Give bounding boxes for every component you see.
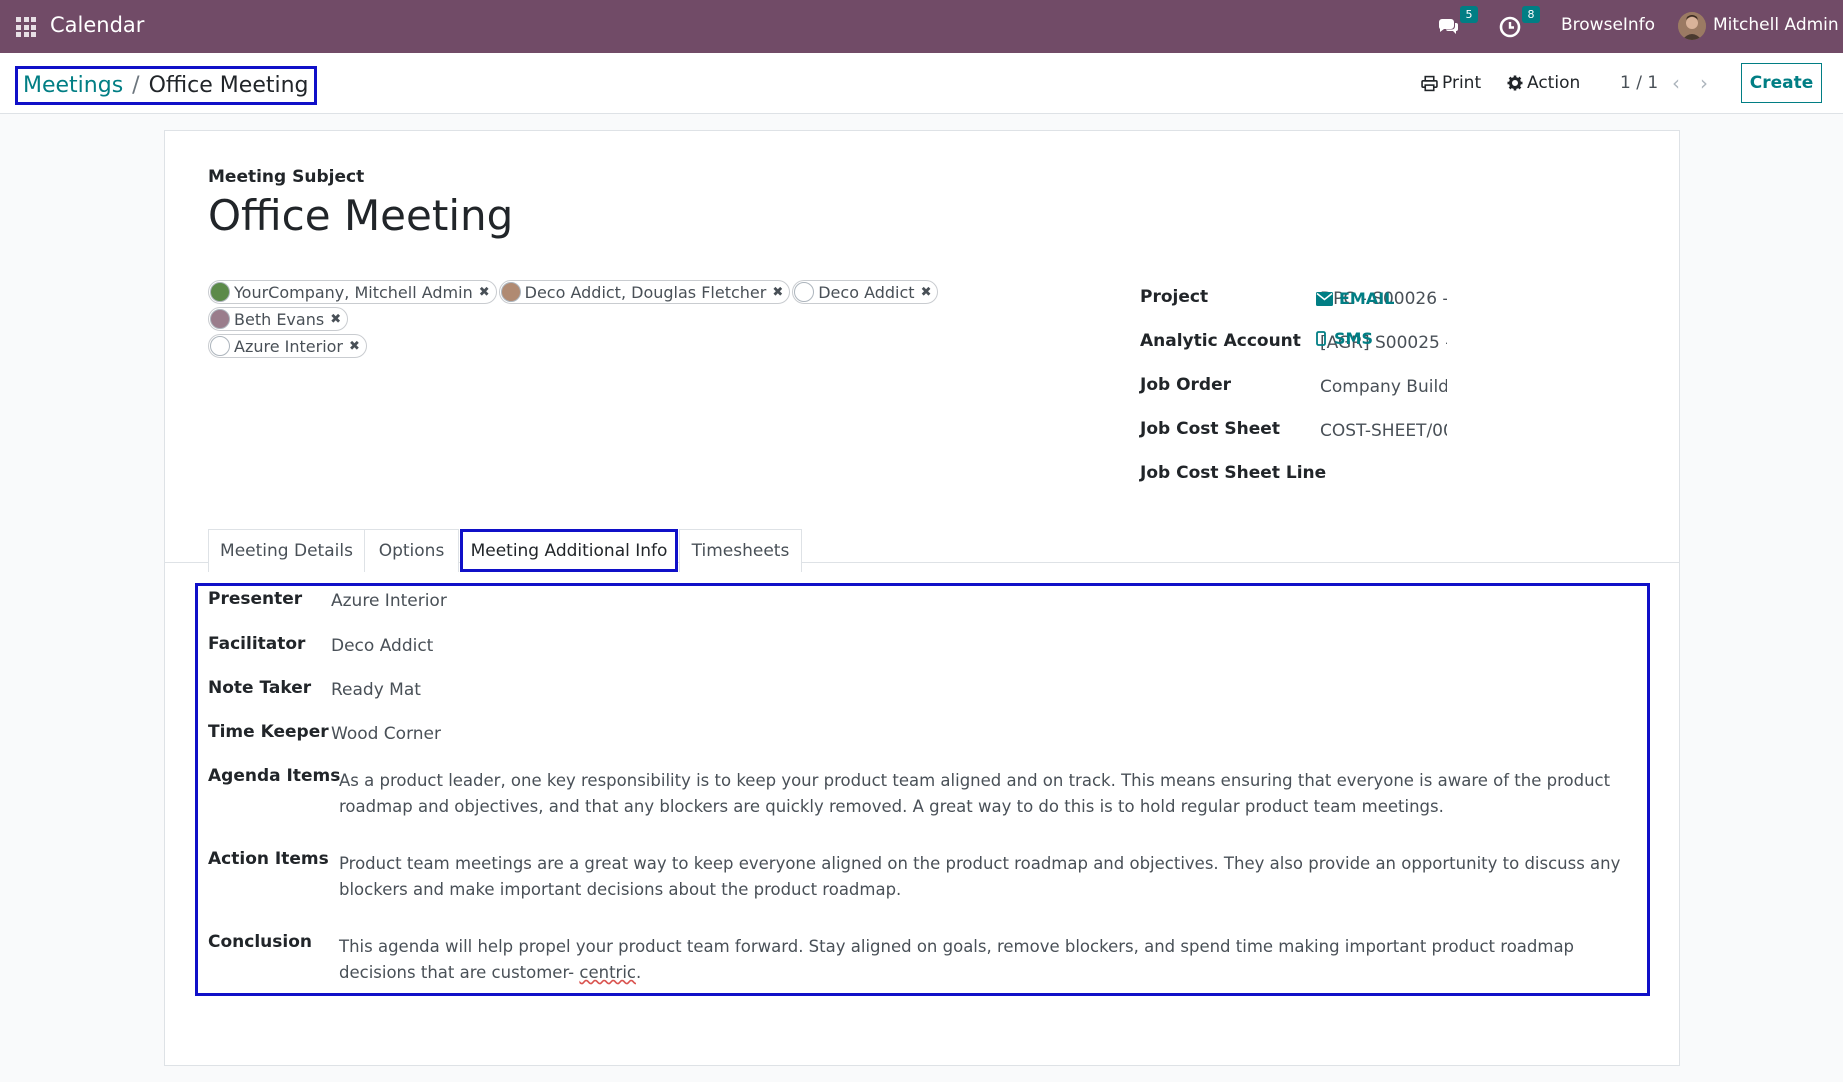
facilitator-label: Facilitator bbox=[208, 634, 306, 654]
action-items-text[interactable]: Product team meetings are a great way to… bbox=[339, 851, 1634, 903]
action-button[interactable]: Action bbox=[1507, 73, 1580, 93]
sms-label: SMS bbox=[1334, 329, 1373, 348]
mobile-phone-icon bbox=[1316, 331, 1326, 346]
print-button[interactable]: Print bbox=[1421, 73, 1481, 93]
print-label: Print bbox=[1442, 73, 1482, 93]
chat-icon bbox=[1439, 19, 1458, 34]
remove-attendee-icon[interactable]: ✖ bbox=[330, 312, 341, 327]
tab-timesheets[interactable]: Timesheets bbox=[679, 529, 802, 572]
meeting-subject-label: Meeting Subject bbox=[208, 167, 365, 187]
attendee-avatar bbox=[210, 336, 230, 356]
attendee-avatar bbox=[210, 309, 230, 329]
job-order-field: Job Order Company Building bbox=[1140, 375, 1640, 405]
user-avatar[interactable] bbox=[1678, 12, 1706, 40]
messages-button[interactable]: 5 bbox=[1436, 6, 1478, 40]
note-taker-label: Note Taker bbox=[208, 678, 312, 698]
action-label: Action bbox=[1527, 73, 1581, 93]
attendee-tag: Deco Addict ✖ bbox=[792, 280, 939, 304]
conclusion-text-main: This agenda will help propel your produc… bbox=[339, 937, 1575, 982]
attendee-tag: Deco Addict, Douglas Fletcher ✖ bbox=[498, 280, 791, 304]
app-name[interactable]: Calendar bbox=[50, 13, 144, 37]
tab-options[interactable]: Options bbox=[364, 529, 459, 572]
attendee-tag: YourCompany, Mitchell Admin ✖ bbox=[208, 280, 497, 304]
attendee-avatar bbox=[210, 282, 230, 302]
gear-icon bbox=[1507, 75, 1523, 91]
email-button[interactable]: EMAIL bbox=[1316, 289, 1394, 308]
job-cost-sheet-label: Job Cost Sheet bbox=[1140, 419, 1280, 439]
breadcrumb-meetings-link[interactable]: Meetings bbox=[23, 73, 123, 98]
agenda-items-label: Agenda Items bbox=[208, 766, 341, 786]
attendees-field[interactable]: YourCompany, Mitchell Admin ✖ Deco Addic… bbox=[208, 280, 1058, 361]
pager-next-icon[interactable]: › bbox=[1700, 71, 1708, 95]
time-keeper-label: Time Keeper bbox=[208, 722, 329, 742]
job-cost-sheet-value[interactable]: COST-SHEET/000 bbox=[1320, 421, 1447, 441]
activities-button[interactable]: 8 bbox=[1498, 6, 1540, 40]
tab-meeting-additional-info[interactable]: Meeting Additional Info bbox=[460, 529, 678, 572]
job-cost-sheet-line-label: Job Cost Sheet Line bbox=[1140, 463, 1327, 483]
attendee-tag: Azure Interior ✖ bbox=[208, 334, 367, 358]
presenter-value[interactable]: Azure Interior bbox=[331, 591, 447, 611]
facilitator-value[interactable]: Deco Addict bbox=[331, 636, 433, 656]
pager-previous-icon[interactable]: ‹ bbox=[1672, 71, 1680, 95]
remove-attendee-icon[interactable]: ✖ bbox=[349, 339, 360, 354]
meeting-additional-info-panel: Presenter Azure Interior Facilitator Dec… bbox=[195, 583, 1650, 996]
attendee-name: Azure Interior bbox=[234, 336, 344, 356]
note-taker-value[interactable]: Ready Mat bbox=[331, 680, 421, 700]
create-button[interactable]: Create bbox=[1741, 63, 1822, 103]
breadcrumb-current: Office Meeting bbox=[148, 73, 309, 98]
meeting-subject-input[interactable]: Office Meeting bbox=[208, 191, 513, 240]
breadcrumb: Meetings / Office Meeting bbox=[15, 66, 317, 105]
control-panel: Meetings / Office Meeting Print Action 1… bbox=[0, 53, 1843, 114]
top-navbar: Calendar 5 8 BrowseInfo Mitchell Admin bbox=[0, 0, 1843, 53]
analytic-account-label: Analytic Account bbox=[1140, 331, 1301, 351]
apps-menu-icon[interactable] bbox=[16, 17, 36, 37]
remove-attendee-icon[interactable]: ✖ bbox=[921, 285, 932, 300]
job-cost-sheet-line-field: Job Cost Sheet Line bbox=[1140, 463, 1640, 493]
conclusion-label: Conclusion bbox=[208, 932, 312, 952]
project-label: Project bbox=[1140, 287, 1209, 307]
breadcrumb-separator: / bbox=[132, 73, 140, 98]
presenter-label: Presenter bbox=[208, 589, 303, 609]
attendee-avatar bbox=[794, 282, 815, 302]
attendee-name: Beth Evans bbox=[234, 309, 325, 329]
tab-meeting-details[interactable]: Meeting Details bbox=[208, 529, 365, 572]
analytic-account-field: Analytic Account [AGR] S00025 - D bbox=[1140, 331, 1640, 361]
attendee-name: Deco Addict, Douglas Fletcher bbox=[524, 282, 767, 302]
notebook-tabs: Meeting Details Options Meeting Addition… bbox=[165, 519, 1679, 572]
time-keeper-value[interactable]: Wood Corner bbox=[331, 724, 441, 744]
job-order-label: Job Order bbox=[1140, 375, 1232, 395]
messages-count-badge: 5 bbox=[1460, 6, 1478, 23]
remove-attendee-icon[interactable]: ✖ bbox=[479, 285, 490, 300]
attendee-name: Deco Addict bbox=[818, 282, 915, 302]
activities-count-badge: 8 bbox=[1522, 6, 1540, 23]
pager-value[interactable]: 1 / 1 bbox=[1620, 73, 1658, 93]
conclusion-text[interactable]: This agenda will help propel your produc… bbox=[339, 934, 1634, 986]
conclusion-text-end: . bbox=[635, 963, 642, 982]
envelope-icon bbox=[1316, 291, 1333, 306]
clock-icon bbox=[1499, 16, 1521, 38]
misspelled-word: centric bbox=[579, 963, 636, 982]
email-label: EMAIL bbox=[1339, 289, 1395, 308]
sms-button[interactable]: SMS bbox=[1316, 329, 1373, 348]
attendee-avatar bbox=[500, 282, 521, 302]
attendee-name: YourCompany, Mitchell Admin bbox=[234, 282, 473, 302]
action-items-label: Action Items bbox=[208, 849, 329, 869]
agenda-items-text[interactable]: As a product leader, one key responsibil… bbox=[339, 768, 1634, 820]
attendee-tag: Beth Evans ✖ bbox=[208, 307, 349, 331]
printer-icon bbox=[1421, 75, 1438, 91]
job-order-value[interactable]: Company Building bbox=[1320, 377, 1447, 397]
company-switcher[interactable]: BrowseInfo bbox=[1561, 15, 1655, 35]
user-menu[interactable]: Mitchell Admin bbox=[1713, 15, 1839, 35]
remove-attendee-icon[interactable]: ✖ bbox=[772, 285, 783, 300]
job-cost-sheet-field: Job Cost Sheet COST-SHEET/000 bbox=[1140, 419, 1640, 449]
form-sheet: Meeting Subject Office Meeting YourCompa… bbox=[164, 130, 1680, 1066]
